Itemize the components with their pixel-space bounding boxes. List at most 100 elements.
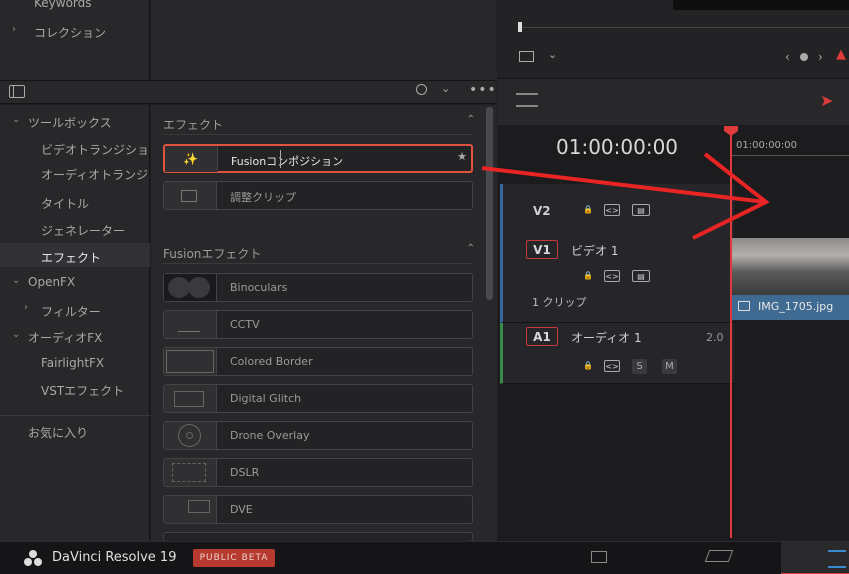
panel-toggle-icon[interactable]	[9, 85, 25, 98]
effect-item-binoculars[interactable]: Binoculars	[163, 273, 473, 302]
track-name: オーディオ 1	[571, 331, 642, 345]
track-badge[interactable]: A1	[526, 327, 558, 346]
timeline-toolbar: ➤	[498, 78, 849, 125]
prev-icon[interactable]: ‹	[785, 50, 790, 64]
tree-item-titles[interactable]: タイトル	[41, 195, 89, 212]
chevron-right-icon[interactable]: ›	[24, 302, 28, 313]
keyframe-dot-icon[interactable]	[800, 53, 808, 61]
search-icon[interactable]	[416, 84, 427, 95]
effects-tree: ⌄ ツールボックス ビデオトランジション オーディオトランジシ... タイトル …	[0, 105, 161, 541]
collapse-icon[interactable]: ⌃	[467, 243, 475, 254]
effect-label: 調整クリップ	[230, 191, 296, 204]
more-options-icon[interactable]: •••	[469, 82, 497, 98]
drone-overlay-thumb	[164, 422, 217, 449]
timeline-options-icon[interactable]	[516, 93, 538, 107]
tree-item-favorites[interactable]: お気に入り	[28, 424, 88, 441]
section-effects-title: エフェクト	[163, 118, 224, 132]
lock-icon[interactable]: 🔒	[580, 360, 596, 372]
effect-item-dslr[interactable]: DSLR	[163, 458, 473, 487]
effect-item-dve[interactable]: DVE	[163, 495, 473, 524]
cut-page-icon[interactable]	[704, 550, 734, 562]
tree-item-toolbox[interactable]: ツールボックス	[28, 114, 112, 131]
davinci-logo-icon	[24, 550, 42, 566]
divider	[163, 134, 473, 135]
tree-item-video-transitions[interactable]: ビデオトランジション	[41, 141, 161, 158]
auto-select-icon[interactable]: <>	[604, 360, 620, 372]
effect-label: DSLR	[230, 466, 260, 479]
track-a1[interactable]: A1 オーディオ 1 2.0 🔒 <> S M	[500, 323, 734, 384]
clip-name: IMG_1705.jpg	[758, 300, 834, 313]
image-icon	[738, 301, 750, 311]
effects-list: エフェクト ⌃ ✨ Fusionコンポジション ★ 調整クリップ Fusionエ…	[151, 105, 497, 541]
effect-item-digital-glitch[interactable]: Digital Glitch	[163, 384, 473, 413]
chevron-down-icon[interactable]: ⌄	[548, 48, 557, 61]
effect-item-adjustment-clip[interactable]: 調整クリップ	[163, 181, 473, 210]
effects-toolbar: ⌄ •••	[0, 80, 497, 104]
solo-button[interactable]: S	[632, 359, 647, 374]
bin-keywords[interactable]: Keywords	[34, 0, 92, 10]
scrubber-track[interactable]	[522, 27, 849, 28]
effect-item-cctv[interactable]: CCTV	[163, 310, 473, 339]
text-cursor	[280, 150, 281, 168]
divider	[0, 415, 150, 416]
effect-item-partial[interactable]	[163, 532, 473, 541]
effect-label: Drone Overlay	[230, 429, 310, 442]
wand-icon: ✨	[165, 146, 218, 172]
dslr-thumb	[164, 459, 217, 486]
effect-item-colored-border[interactable]: Colored Border	[163, 347, 473, 376]
dve-thumb	[164, 496, 217, 523]
star-icon[interactable]: ★	[457, 150, 467, 163]
pointer-icon[interactable]: ➤	[820, 91, 833, 110]
tree-item-audiofx[interactable]: オーディオFX	[28, 329, 102, 346]
annotation-arrow	[481, 152, 770, 240]
effect-label: Colored Border	[230, 355, 313, 368]
effect-label: CCTV	[230, 318, 260, 331]
mute-button[interactable]: M	[662, 359, 677, 374]
effect-label: Digital Glitch	[230, 392, 302, 405]
viewer-controls: ⌄ ‹ › ▲	[498, 0, 849, 78]
effect-label: DVE	[230, 503, 253, 516]
tree-item-generators[interactable]: ジェネレーター	[41, 222, 125, 239]
tree-item-effects: エフェクト	[41, 251, 102, 265]
colored-border-thumb	[164, 348, 217, 375]
media-pool-content	[151, 0, 497, 80]
transform-icon[interactable]	[519, 51, 534, 62]
edit-page-tab[interactable]	[781, 542, 849, 574]
section-fusion-effects-title: Fusionエフェクト	[163, 247, 262, 261]
effect-item-fusion-composition[interactable]: ✨ Fusionコンポジション ★	[163, 144, 473, 173]
lock-icon[interactable]: 🔒	[580, 270, 596, 282]
auto-select-icon[interactable]: <>	[604, 270, 620, 282]
effect-label: Binoculars	[230, 281, 288, 294]
timeline-clip[interactable]: IMG_1705.jpg	[732, 238, 849, 320]
chevron-down-icon[interactable]: ⌄	[12, 275, 20, 286]
flag-icon[interactable]: ▲	[836, 47, 846, 62]
tree-item-effects-selected[interactable]: エフェクト	[0, 243, 150, 267]
cctv-thumb	[164, 311, 217, 338]
chevron-down-icon[interactable]: ⌄	[12, 329, 20, 340]
tree-item-vst[interactable]: VSTエフェクト	[41, 382, 124, 399]
tree-item-openfx[interactable]: OpenFX	[28, 275, 75, 289]
effect-label: Fusionコンポジション	[231, 155, 344, 168]
adjustment-clip-icon	[164, 182, 217, 209]
tree-item-fairlightfx[interactable]: FairlightFX	[41, 356, 104, 370]
app-name: DaVinci Resolve 19	[52, 550, 177, 565]
digital-glitch-thumb	[164, 385, 217, 412]
tree-item-filters[interactable]: フィルター	[41, 303, 101, 320]
chevron-down-icon[interactable]: ⌄	[12, 114, 20, 125]
page-bar: DaVinci Resolve 19 PUBLIC BETA	[0, 541, 849, 574]
chevron-down-icon[interactable]: ⌄	[441, 82, 450, 95]
media-pool-bins: Keywords › コレクション	[0, 0, 150, 80]
collapse-icon[interactable]: ⌃	[467, 114, 475, 125]
divider	[163, 263, 473, 264]
bin-collection[interactable]: コレクション	[34, 24, 106, 41]
channel-format: 2.0	[706, 331, 724, 344]
film-icon[interactable]: ▤	[632, 270, 650, 282]
beta-badge: PUBLIC BETA	[193, 549, 275, 567]
tree-item-audio-transitions[interactable]: オーディオトランジシ...	[41, 166, 149, 183]
next-icon[interactable]: ›	[818, 50, 823, 64]
viewer-frame	[673, 0, 849, 10]
media-page-icon[interactable]	[591, 551, 607, 563]
chevron-right-icon[interactable]: ›	[12, 24, 16, 35]
effect-item-drone-overlay[interactable]: Drone Overlay	[163, 421, 473, 450]
binoculars-thumb	[164, 274, 217, 301]
